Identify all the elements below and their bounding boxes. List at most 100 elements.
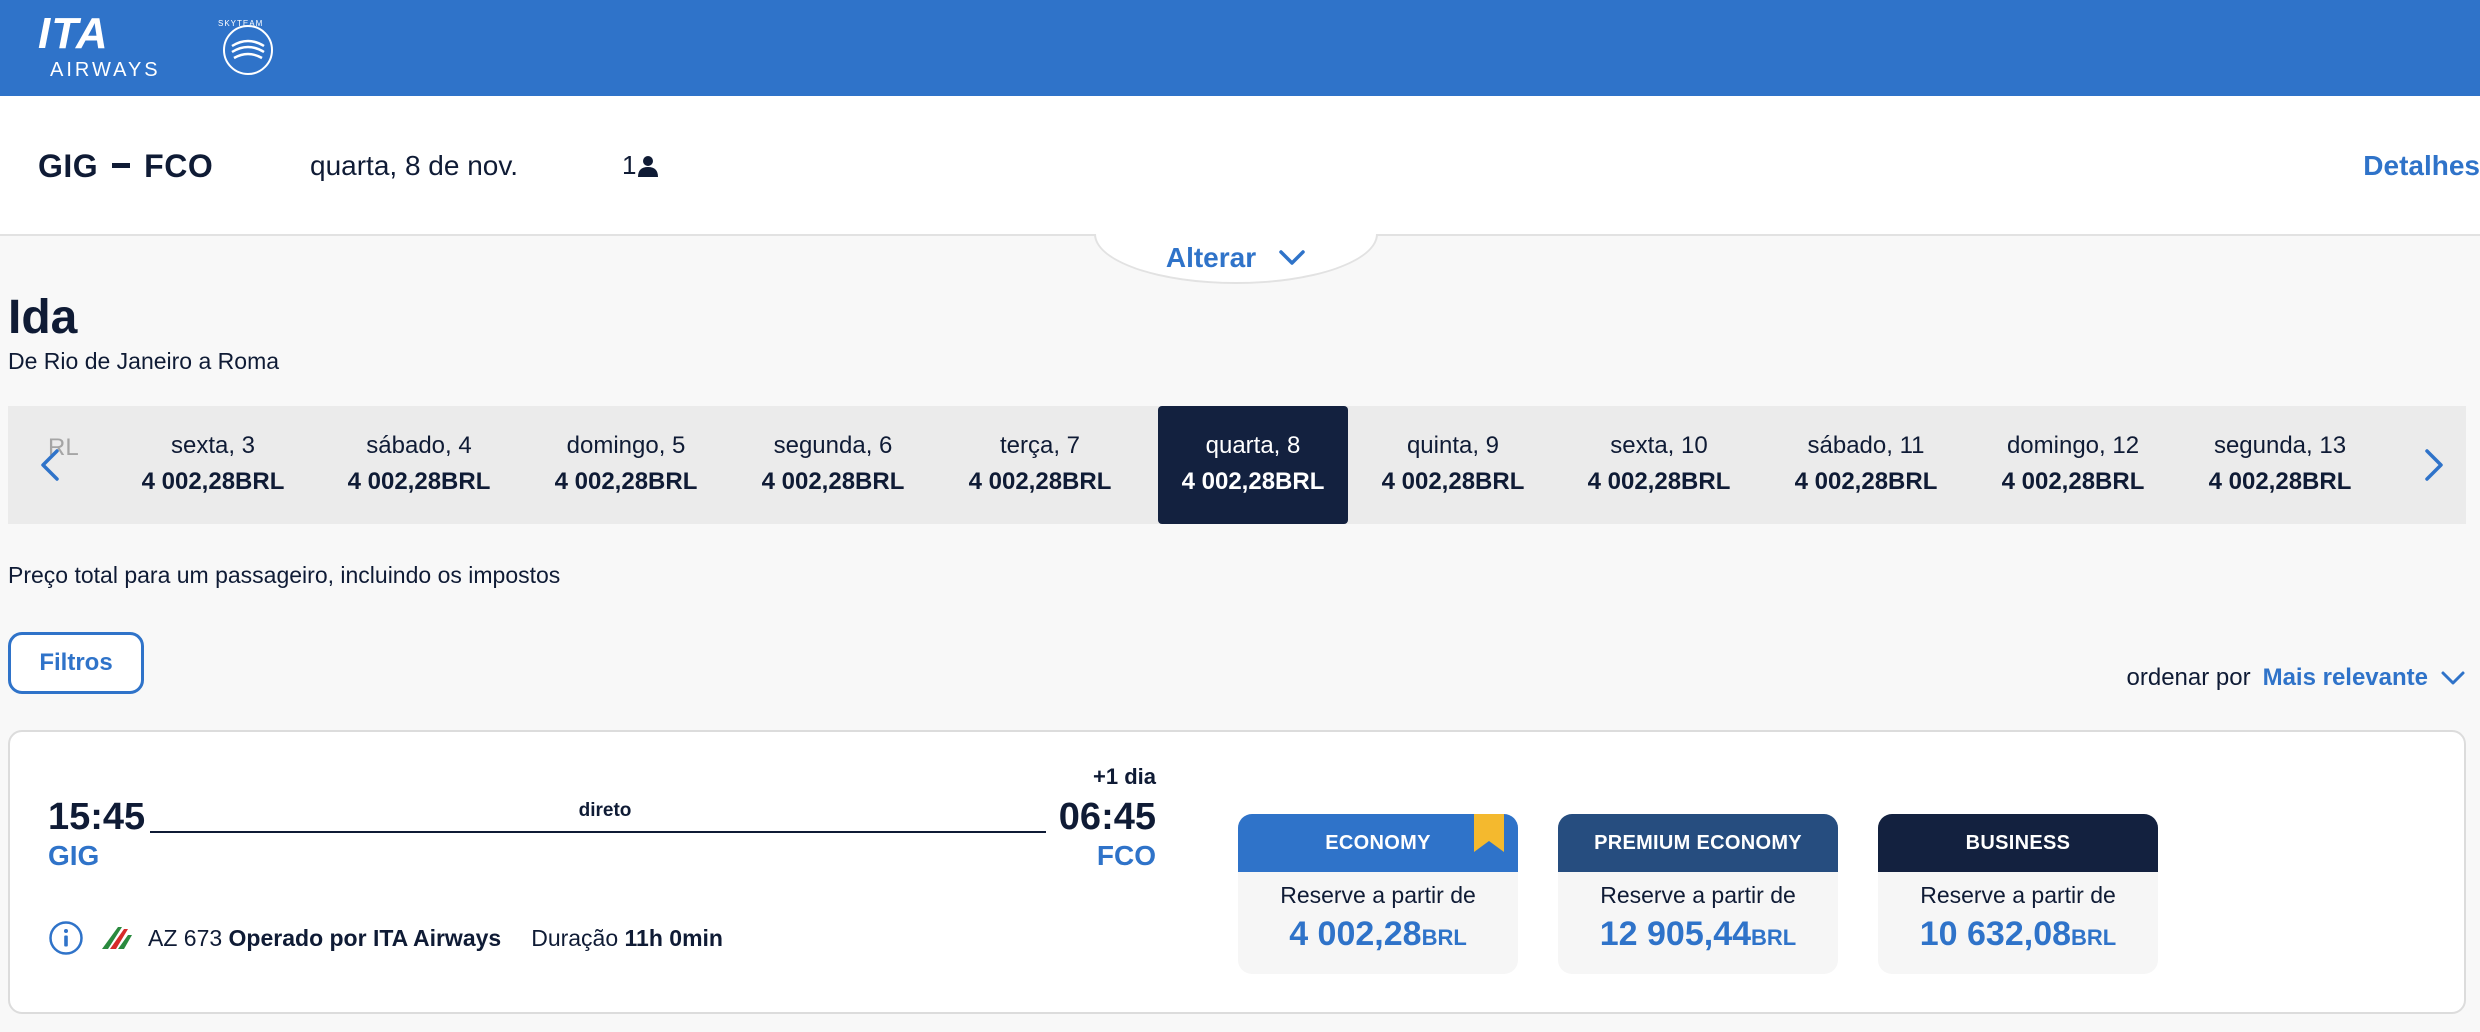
info-icon[interactable] xyxy=(48,920,84,956)
fare-from-label: Reserve a partir de xyxy=(1600,882,1796,908)
fare-header: ECONOMY xyxy=(1238,814,1518,872)
fare-from-label: Reserve a partir de xyxy=(1920,882,2116,908)
alter-search-button[interactable]: Alterar xyxy=(1094,234,1378,284)
date-option-day: terça, 7 xyxy=(999,432,1081,459)
route-separator xyxy=(112,163,131,169)
logo-brand: ITA xyxy=(38,12,109,58)
date-option[interactable]: terça, 7 4 002,28BRL xyxy=(945,406,1135,524)
search-summary-bar: GIG FCO quarta, 8 de nov. 1 Detalhes xyxy=(0,96,2480,236)
chevron-left-icon xyxy=(41,449,59,481)
sort-control[interactable]: ordenar por Mais relevante xyxy=(2127,664,2467,692)
date-option-price: 4 002,28BRL xyxy=(2001,468,2145,495)
date-option[interactable]: sexta, 3 4 002,28BRL xyxy=(118,406,308,524)
duration-value: 11h 0min xyxy=(624,924,723,951)
date-option[interactable]: segunda, 6 4 002,28BRL xyxy=(738,406,928,524)
date-option-day: quarta, 8 xyxy=(1205,432,1301,459)
sort-value[interactable]: Mais relevante xyxy=(2263,664,2428,692)
date-option[interactable]: quinta, 9 4 002,28BRL xyxy=(1358,406,1548,524)
origin-code: GIG xyxy=(38,148,99,184)
fare-amount: 12 905,44 xyxy=(1599,915,1752,953)
fare-header: PREMIUM ECONOMY xyxy=(1558,814,1838,872)
flight-line xyxy=(150,831,1046,833)
price-note: Preço total para um passageiro, incluind… xyxy=(8,562,561,588)
fare-amount: 4 002,28 xyxy=(1289,915,1422,953)
alter-label: Alterar xyxy=(1165,242,1257,273)
date-option-day: sábado, 4 xyxy=(366,432,472,459)
details-link[interactable]: Detalhes xyxy=(2363,150,2480,182)
trip-title: Ida xyxy=(8,291,78,344)
operated-by: Operado por ITA Airways xyxy=(228,924,502,951)
airline-tail-icon xyxy=(102,927,132,949)
date-option[interactable]: sábado, 4 4 002,28BRL xyxy=(324,406,514,524)
fare-currency: BRL xyxy=(2071,925,2117,950)
fare-premium-economy[interactable]: PREMIUM ECONOMY Reserve a partir de 12 9… xyxy=(1558,814,1838,974)
date-option-day: quinta, 9 xyxy=(1406,432,1500,459)
departure-time: 15:45 xyxy=(48,796,146,838)
fare-business[interactable]: BUSINESS Reserve a partir de 10 632,08BR… xyxy=(1878,814,2158,974)
date-option-day: sábado, 11 xyxy=(1807,432,1925,459)
arrival-time: 06:45 xyxy=(1058,796,1156,838)
date-option-day: domingo, 12 xyxy=(2006,432,2140,459)
fare-currency: BRL xyxy=(1751,925,1797,950)
date-carousel: RL sexta, 34 002,28BRL sábado, 44 002,28… xyxy=(8,406,2466,524)
trip-subtitle: De Rio de Janeiro a Roma xyxy=(8,348,280,374)
arrival-airport: FCO xyxy=(1096,840,1156,871)
fare-economy[interactable]: ECONOMY Reserve a partir de 4 002,28BRL xyxy=(1238,814,1518,974)
bookmark-icon xyxy=(1474,814,1504,852)
fare-price: 4 002,28BRL xyxy=(1238,915,1518,954)
departure-airport: GIG xyxy=(48,840,100,871)
top-header: ITA AIRWAYS SKYTEAM xyxy=(0,0,2480,96)
date-option-day: domingo, 5 xyxy=(566,432,686,459)
sort-label: ordenar por xyxy=(2126,664,2251,691)
fare-price: 12 905,44BRL xyxy=(1558,915,1838,954)
fare-currency: BRL xyxy=(1421,925,1467,950)
date-option-price: 4 002,28BRL xyxy=(968,468,1112,495)
date-option-price: 4 002,28BRL xyxy=(347,468,491,495)
chevron-right-icon xyxy=(2425,449,2443,481)
person-icon xyxy=(638,155,659,177)
fare-from-label: Reserve a partir de xyxy=(1280,882,1476,908)
date-option-price: 4 002,28BRL xyxy=(141,468,285,495)
date-option[interactable]: sexta, 10 4 002,28BRL xyxy=(1564,406,1754,524)
date-option-price: 4 002,28BRL xyxy=(1587,468,1731,495)
date-option-price: 4 002,28BRL xyxy=(761,468,905,495)
ita-airways-logo[interactable]: ITA AIRWAYS SKYTEAM xyxy=(36,12,286,84)
fare-cabin: BUSINESS xyxy=(1965,831,2071,854)
date-option[interactable]: domingo, 5 4 002,28BRL xyxy=(531,406,721,524)
chevron-down-icon xyxy=(1279,250,1305,265)
passenger-count: 1 xyxy=(622,150,660,181)
travel-date: quarta, 8 de nov. xyxy=(310,150,519,181)
passenger-number: 1 xyxy=(622,150,637,180)
date-option-price: 4 002,28BRL xyxy=(554,468,698,495)
carousel-next-button[interactable] xyxy=(2414,442,2454,488)
date-option-selected[interactable]: quarta, 8 4 002,28BRL xyxy=(1158,406,1348,524)
date-option-price: 4 002,28BRL xyxy=(1181,468,1325,495)
date-option-day: sexta, 10 xyxy=(1610,432,1708,459)
date-option-price: 4 002,28BRL xyxy=(1381,468,1525,495)
date-option[interactable]: sábado, 11 4 002,28BRL xyxy=(1771,406,1961,524)
flight-card: +1 dia 15:45 GIG direto 06:45 FCO AZ 673… xyxy=(8,730,2466,1014)
destination-code: FCO xyxy=(144,148,214,184)
fare-price: 10 632,08BRL xyxy=(1878,915,2158,954)
flight-number: AZ 673 xyxy=(148,924,223,951)
route: GIG FCO xyxy=(38,148,213,185)
day-offset: +1 dia xyxy=(1093,764,1156,789)
fare-amount: 10 632,08 xyxy=(1919,915,2072,953)
fare-cabin: ECONOMY xyxy=(1325,831,1431,854)
stops-label: direto xyxy=(578,800,632,821)
fare-header: BUSINESS xyxy=(1878,814,2158,872)
date-option[interactable]: domingo, 12 4 002,28BRL xyxy=(1978,406,2168,524)
date-option-price: 4 002,28BRL xyxy=(2208,468,2352,495)
carousel-prev-button[interactable] xyxy=(30,442,70,488)
logo-sub: AIRWAYS xyxy=(50,59,161,81)
fare-cabin: PREMIUM ECONOMY xyxy=(1594,831,1802,854)
filters-button[interactable]: Filtros xyxy=(8,632,144,694)
date-option-day: segunda, 13 xyxy=(2213,432,2347,459)
chevron-down-icon xyxy=(2441,671,2465,685)
date-option[interactable]: segunda, 13 4 002,28BRL xyxy=(2185,406,2375,524)
date-option-day: segunda, 6 xyxy=(773,432,893,459)
flight-meta: AZ 673 Operado por ITA Airways Duração 1… xyxy=(48,920,723,956)
date-option-day: sexta, 3 xyxy=(170,432,256,459)
duration-label: Duração xyxy=(531,924,619,951)
date-option-price: 4 002,28BRL xyxy=(1794,468,1938,495)
